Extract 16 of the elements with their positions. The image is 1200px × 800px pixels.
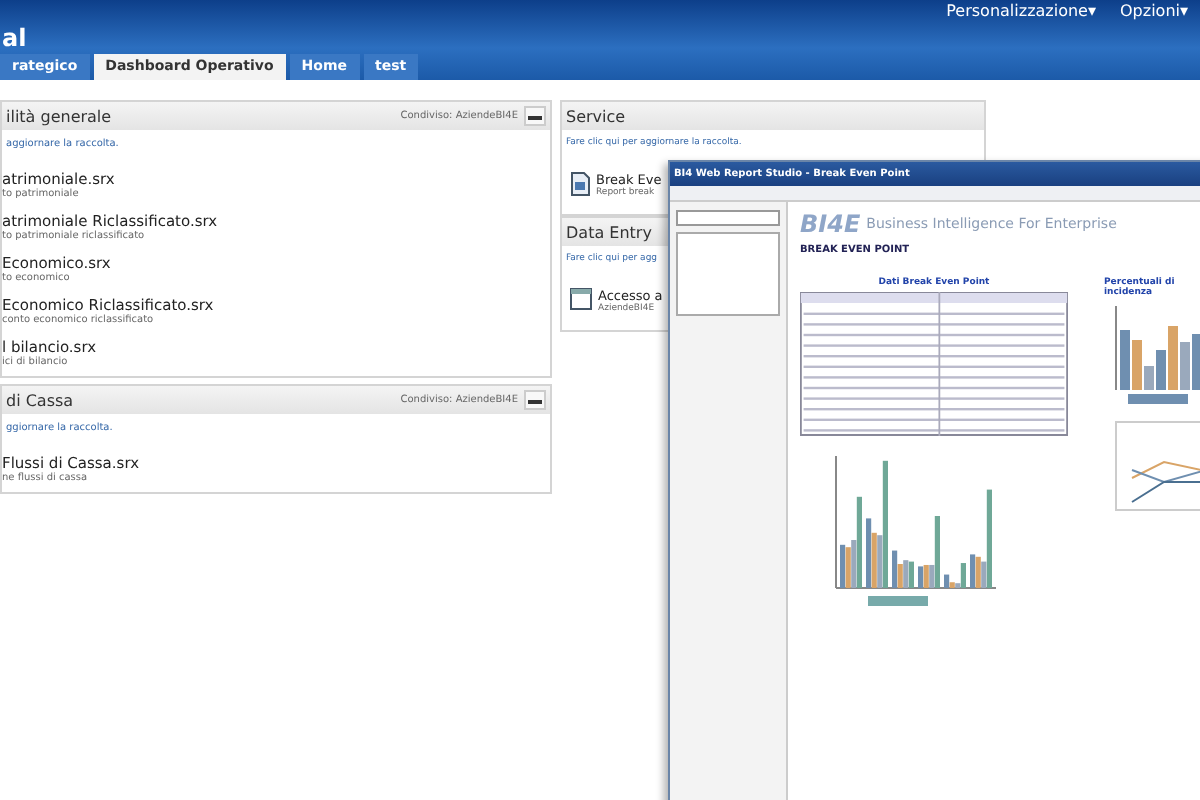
header-menu[interactable]: Personalizzazione▾	[946, 2, 1096, 20]
minimize-button[interactable]	[524, 390, 546, 410]
minimize-icon	[528, 113, 542, 119]
portal-title: al	[0, 24, 29, 52]
panel-title: di Cassa	[6, 391, 74, 409]
window-icon	[570, 288, 592, 310]
tree-panel	[676, 232, 780, 316]
panel-title: Service	[566, 107, 626, 125]
minimize-icon	[528, 397, 542, 403]
panel-title: Data Entry	[566, 223, 652, 241]
panel-title: ilità generale	[6, 107, 112, 125]
report-dropdown[interactable]	[676, 210, 780, 226]
document-icon	[570, 172, 590, 196]
minimize-button[interactable]	[524, 106, 546, 126]
header-menu[interactable]: Opzioni▾	[1120, 2, 1188, 20]
logo: BI4E	[800, 210, 861, 238]
